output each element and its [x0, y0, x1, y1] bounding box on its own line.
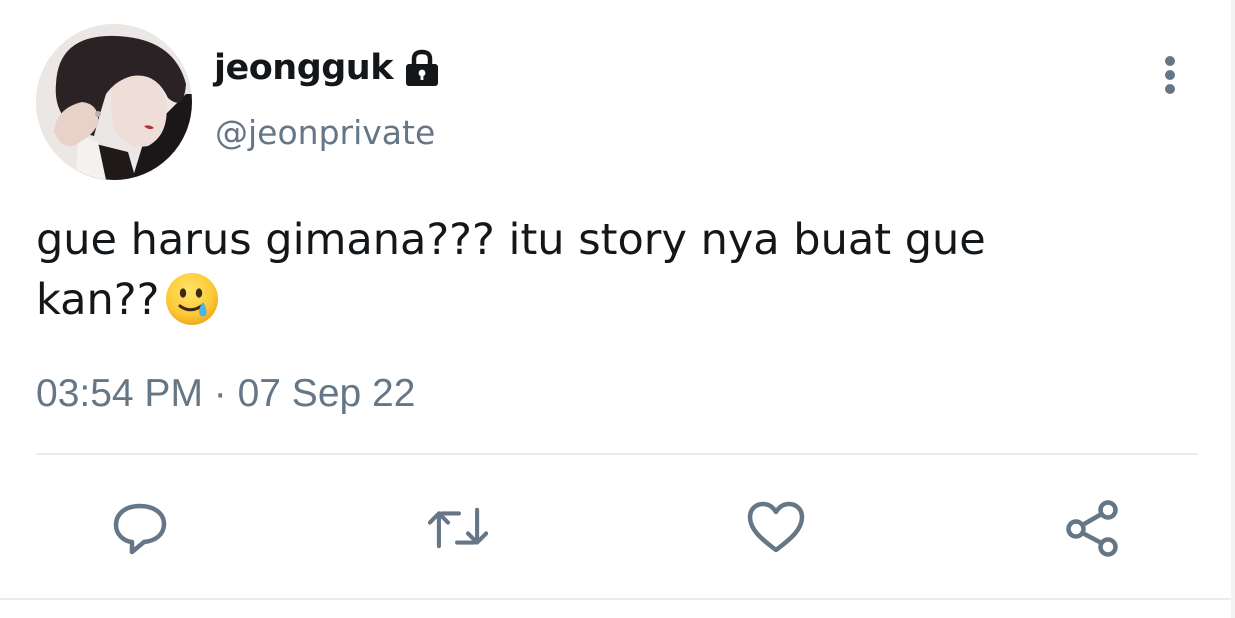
divider: [36, 453, 1198, 455]
heart-icon[interactable]: [746, 498, 806, 558]
avatar-photo: [36, 24, 192, 180]
timestamp[interactable]: 03:54 PM · 07 Sep 22: [36, 372, 415, 416]
retweet-icon[interactable]: [428, 498, 488, 558]
more-vertical-icon[interactable]: [1150, 50, 1190, 100]
share-icon[interactable]: [1063, 498, 1123, 558]
user-handle[interactable]: @jeonprivate: [215, 113, 435, 152]
author-name-row: jeongguk: [214, 44, 443, 92]
tweet-text-line-2-text: kan??: [36, 275, 160, 325]
scroll-edge: [1231, 0, 1235, 618]
avatar[interactable]: [36, 24, 192, 180]
tweet-text-line-1: gue harus gimana??? itu story nya buat g…: [36, 215, 986, 265]
tweet-card: jeongguk @jeonprivate gue harus gimana??…: [0, 0, 1235, 618]
display-name[interactable]: jeongguk: [214, 48, 394, 88]
lock-icon: [401, 47, 443, 89]
reply-icon[interactable]: [110, 498, 170, 558]
tweet-text-line-2: kan??: [36, 270, 1196, 330]
tweet-text: gue harus gimana??? itu story nya buat g…: [36, 210, 1196, 330]
smiling-face-with-tear-emoji: [163, 270, 221, 328]
bottom-divider: [0, 598, 1235, 600]
